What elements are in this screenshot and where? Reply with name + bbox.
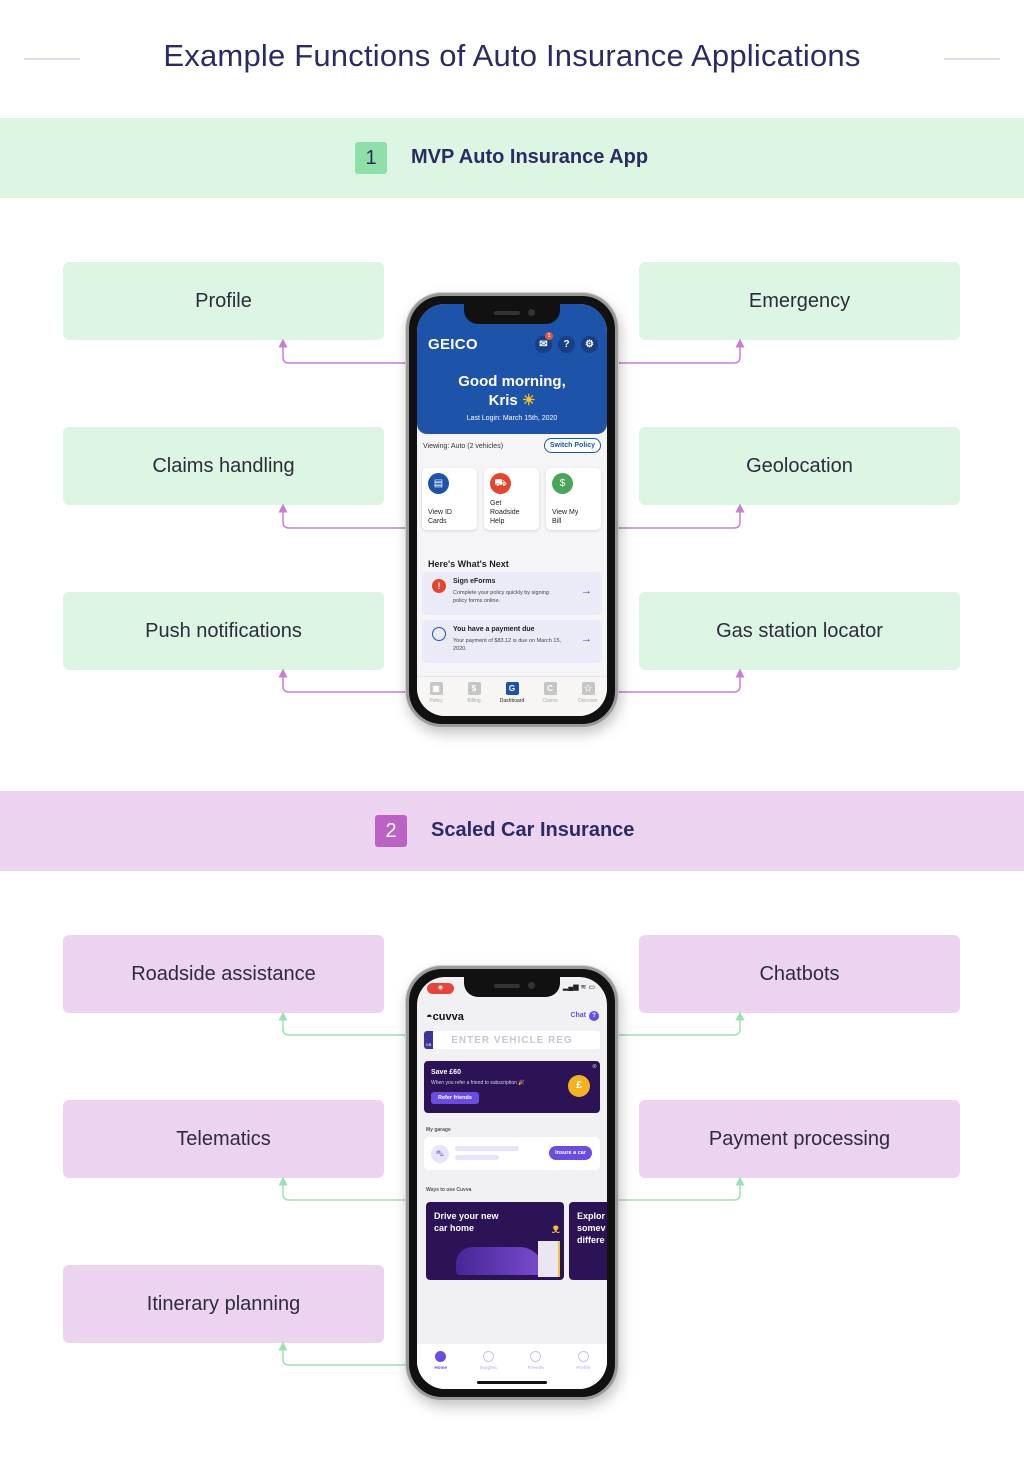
connector-left-2 [278,668,412,697]
billing-icon: $ [467,682,481,695]
nav-home[interactable]: Home [423,1351,459,1389]
tile-drive-new-car[interactable]: Drive your new car home ᴥ [426,1202,564,1280]
geico-phone: GEICO ✉ 1 ? ⚙ Good morning, Kris ☀ Last L… [406,293,618,727]
referral-promo: Save £60 When you refer a friend to subs… [424,1061,600,1113]
nav-dashboard[interactable]: G Dashboard [494,682,530,716]
card-roadside-help[interactable]: ⛟ Get Roadside Help [484,468,539,530]
connector-right-2 [612,668,745,697]
feature-gas-station-locator: Gas station locator [639,592,960,670]
car-illustration [456,1247,544,1275]
greeting: Good morning, Kris ☀ [458,373,566,409]
cuvva-bottom-nav: Home Insights Friends Profile [417,1344,607,1389]
arrow-right-icon: → [581,585,592,597]
car-icon: ⛍ [431,1145,449,1163]
geico-logo: GEICO [428,336,478,353]
connector-left-0 [278,338,412,368]
cuvva-logo: ◓cuvva [426,1011,464,1023]
geico-bottom-nav: ▣ Policy $ Billing G Dashboard C Claims ✩ Dis… [417,676,607,716]
feature-payment-processing: Payment processing [639,1100,960,1178]
notification-badge: 1 [545,332,553,340]
feature-claims-handling: Claims handling [63,427,384,505]
ways-label: Ways to use Cuvva [426,1187,472,1193]
card-view-bill[interactable]: $ View My Bill [546,468,601,530]
cuvva-phone: ◉ ▂▄▆ ≋ ▭ ◓cuvva Chat? GB ENTER VEHICLE … [406,966,618,1400]
section-2-header: 2 Scaled Car Insurance [0,791,1024,871]
nav-billing[interactable]: $ Billing [456,682,492,716]
title-rule-right [944,58,1000,60]
friends-icon [530,1351,542,1362]
id-card-icon: ▤ [428,473,449,494]
vehicle-reg-input[interactable]: GB ENTER VEHICLE REG [424,1031,600,1049]
task-sign-eforms[interactable]: ! Sign eForms Complete your policy quick… [422,572,602,615]
cuvva-logo-mark: ◓ [426,1011,433,1023]
nav-discover[interactable]: ✩ Discover [570,682,606,716]
connector-left-s2-2 [278,1341,412,1370]
card-view-id-cards[interactable]: ▤ View ID Cards [422,468,477,530]
recording-indicator: ◉ [427,983,454,994]
sun-icon: ☀ [521,392,536,409]
close-icon[interactable]: ⊗ [592,1063,597,1070]
feature-roadside-assistance: Roadside assistance [63,935,384,1013]
section-1-label: MVP Auto Insurance App [411,146,649,168]
profile-icon [577,1351,589,1362]
bill-icon: $ [552,473,573,494]
section-1-header: 1 MVP Auto Insurance App [0,118,1024,198]
feature-push-notifications: Push notifications [63,592,384,670]
section-2-label: Scaled Car Insurance [431,819,635,841]
settings-icon[interactable]: ⚙ [581,336,598,353]
circle-icon [432,627,446,641]
page-title: Example Functions of Auto Insurance Appl… [163,38,861,73]
claims-icon: C [543,682,557,695]
home-indicator [477,1381,547,1384]
mail-icon[interactable]: ✉ 1 [535,332,553,353]
insure-car-button[interactable]: Insure a car [549,1146,592,1160]
switch-policy-button[interactable]: Switch Policy [543,438,601,453]
dashboard-icon: G [505,682,519,695]
viewing-label: Viewing: Auto (2 vehicles) [423,443,504,450]
discover-icon: ✩ [581,682,595,695]
gift-illustration [538,1241,560,1277]
feature-profile: Profile [63,262,384,340]
alert-icon: ! [432,579,446,593]
feature-emergency: Emergency [639,262,960,340]
feature-telematics: Telematics [63,1100,384,1178]
task-payment-due[interactable]: You have a payment due Your payment of $… [422,620,602,663]
connector-left-1 [278,503,412,533]
arrow-right-icon: → [581,633,592,645]
tile-explore[interactable]: Explor somev differe [569,1202,607,1280]
cuvva-screen: ◉ ▂▄▆ ≋ ▭ ◓cuvva Chat? GB ENTER VEHICLE … [417,977,607,1389]
nav-policy[interactable]: ▣ Policy [418,682,454,716]
connector-right-s2-1 [612,1176,745,1205]
nav-profile[interactable]: Profile [565,1351,601,1389]
connector-right-1 [612,503,745,533]
coin-icon: £ [568,1075,590,1097]
section-1-number: 1 [355,142,387,174]
feature-itinerary-planning: Itinerary planning [63,1265,384,1343]
connector-left-s2-1 [278,1176,412,1205]
chat-button[interactable]: Chat? [570,1011,599,1021]
section-2-number: 2 [375,815,407,847]
home-icon [435,1351,447,1362]
nav-claims[interactable]: C Claims [532,682,568,716]
connector-right-0 [612,338,745,368]
policy-icon: ▣ [429,682,443,695]
geico-screen: GEICO ✉ 1 ? ⚙ Good morning, Kris ☀ Last L… [417,304,607,716]
feature-geolocation: Geolocation [639,427,960,505]
whats-next-heading: Here's What's Next [428,559,509,569]
last-login: Last Login: March 15th, 2020 [466,415,558,422]
bow-icon: ᴥ [551,1220,561,1236]
phone-notch [464,304,560,324]
insights-icon [482,1351,494,1362]
tow-truck-icon: ⛟ [490,473,511,494]
phone-notch [464,977,560,997]
garage-card: ⛍ Insure a car [424,1137,600,1170]
status-icons: ▂▄▆ ≋ ▭ [562,984,595,991]
help-icon[interactable]: ? [558,336,575,353]
connector-left-s2-0 [278,1011,412,1040]
refer-friends-button[interactable]: Refer friends [431,1092,479,1104]
feature-chatbots: Chatbots [639,935,960,1013]
connector-right-s2-0 [612,1011,745,1040]
garage-label: My garage [426,1127,451,1133]
chat-icon: ? [589,1011,599,1021]
